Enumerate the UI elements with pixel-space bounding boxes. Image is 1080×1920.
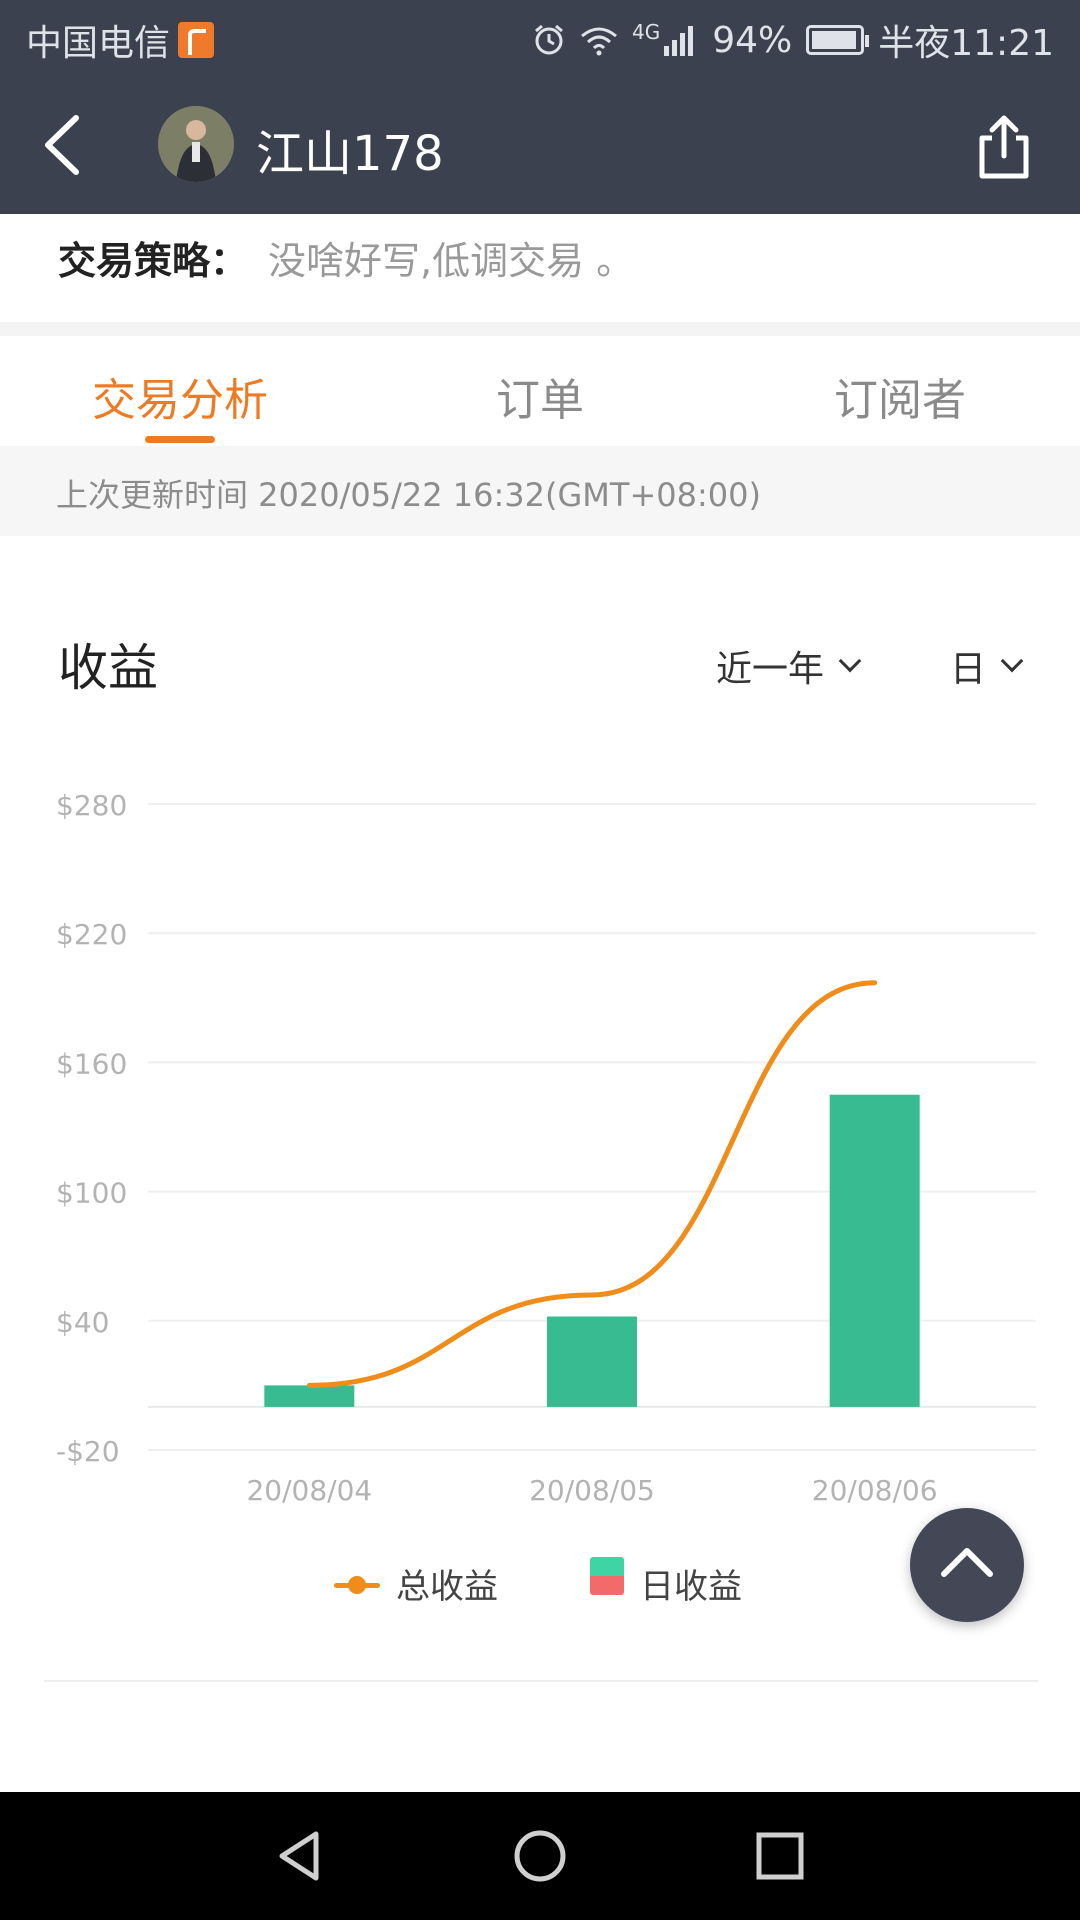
active-tab-indicator: [145, 436, 215, 443]
y-tick-label: $40: [56, 1306, 109, 1339]
nav-home-icon[interactable]: [510, 1826, 570, 1886]
strategy-value: 没啥好写,低调交易 。: [268, 239, 635, 283]
status-left: 中国电信: [26, 14, 215, 66]
carrier-name: 中国电信: [26, 23, 171, 64]
chevron-down-icon: [1000, 649, 1024, 673]
section-separator: [0, 322, 1080, 336]
y-tick-label: $100: [56, 1177, 127, 1210]
update-time-bar: 上次更新时间 2020/05/22 16:32(GMT+08:00): [0, 446, 1080, 536]
nav-recents-icon[interactable]: [750, 1826, 810, 1886]
avatar[interactable]: [158, 106, 234, 182]
daily-earnings-bar: [829, 1094, 920, 1407]
strategy-row: 交易策略： 没啥好写,低调交易 。: [0, 214, 1080, 322]
daily-earnings-bar: [264, 1385, 355, 1407]
tab-trading-analysis[interactable]: 交易分析: [90, 364, 270, 428]
app-header: 江山178: [0, 76, 1080, 214]
signal-icon: [664, 26, 694, 56]
legend-total-label: 总收益: [396, 1567, 498, 1607]
y-tick-label: $220: [56, 918, 127, 951]
chevron-down-icon: [838, 649, 862, 673]
clock: 半夜11:21: [878, 23, 1054, 64]
tab-subscribers[interactable]: 订阅者: [810, 364, 990, 428]
range-dropdown-value: 近一年: [716, 649, 825, 690]
bottom-divider: [44, 1680, 1038, 1682]
x-tick-label: 20/08/05: [529, 1474, 655, 1507]
network-type: 4G: [632, 20, 661, 44]
system-nav-bar: [0, 1792, 1080, 1920]
legend-daily-marker: [590, 1557, 624, 1595]
granularity-dropdown-value: 日: [950, 649, 987, 690]
trader-nickname: 江山178: [256, 126, 444, 182]
back-arrow-icon[interactable]: [36, 108, 96, 182]
earnings-chart: $280 $220 $160 $100 $40 -$20 20/08/04 20/08/05 2…: [56, 789, 1036, 1507]
chevron-up-icon: [941, 1548, 993, 1577]
daily-earnings-bar: [547, 1316, 637, 1407]
legend-daily-label: 日收益: [640, 1567, 742, 1607]
scroll-top-button[interactable]: [910, 1508, 1024, 1622]
y-tick-label: $280: [56, 789, 127, 822]
y-tick-label: -$20: [56, 1435, 120, 1468]
tab-orders[interactable]: 订单: [450, 364, 630, 428]
alarm-icon: [535, 24, 563, 55]
battery-percent: 94%: [712, 19, 793, 61]
x-tick-label: 20/08/06: [812, 1474, 938, 1507]
status-right: 4G 94% 半夜11:21: [532, 14, 1054, 66]
status-bar: 中国电信 4G 94% 半夜11:21: [0, 0, 1080, 76]
x-tick-label: 20/08/04: [246, 1474, 372, 1507]
nav-back-icon[interactable]: [270, 1826, 330, 1886]
update-time-text: 上次更新时间 2020/05/22 16:32(GMT+08:00): [56, 476, 761, 514]
range-dropdown[interactable]: 近一年: [716, 640, 862, 692]
wifi-icon: [581, 27, 617, 56]
carrier-logo-icon: [178, 22, 215, 58]
y-tick-label: $160: [56, 1047, 127, 1080]
battery-icon: [806, 25, 870, 55]
strategy-label: 交易策略：: [58, 239, 249, 283]
earnings-title: 收益: [58, 639, 158, 697]
tab-bar: 交易分析 订单 订阅者: [0, 336, 1080, 446]
legend-total-marker: [334, 1575, 380, 1595]
share-icon[interactable]: [972, 112, 1036, 182]
granularity-dropdown[interactable]: 日: [950, 640, 1024, 692]
